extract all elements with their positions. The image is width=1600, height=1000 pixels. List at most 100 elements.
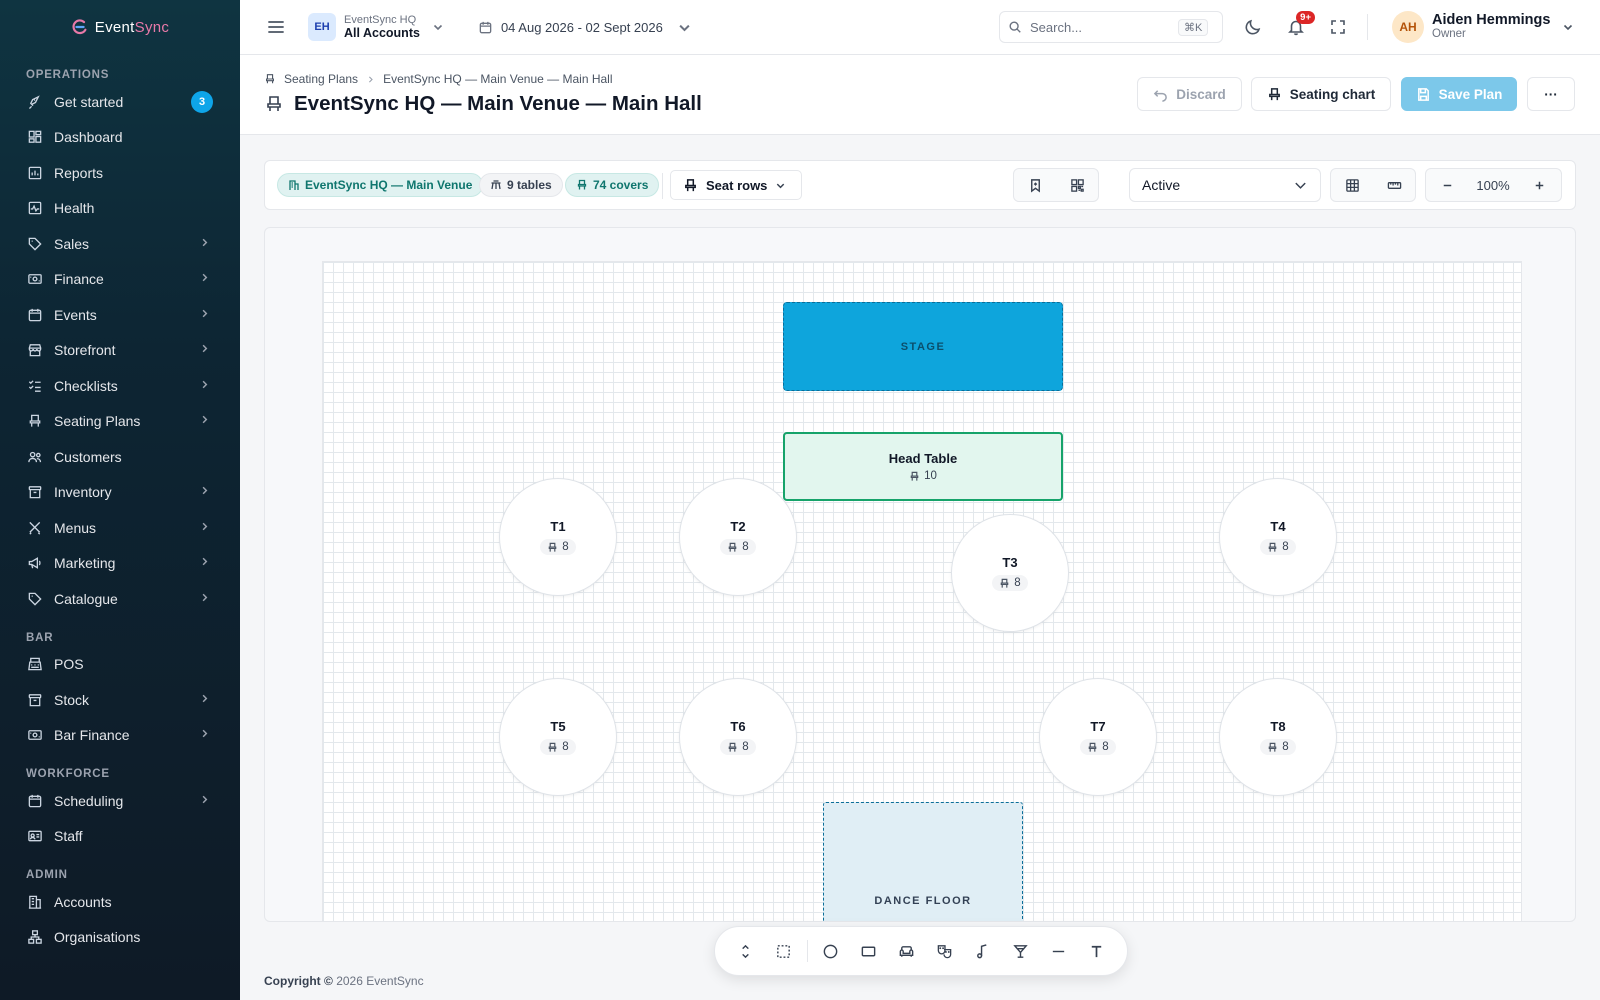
theater-masks-icon — [937, 944, 952, 958]
sidebar-item-reports[interactable]: Reports — [0, 155, 240, 191]
chevron-right-icon — [199, 272, 210, 286]
sidebar-item-label: Health — [54, 200, 95, 217]
calendar-icon — [26, 792, 44, 810]
more-actions-button[interactable]: ··· — [1527, 77, 1575, 111]
sidebar-item-menus[interactable]: Menus — [0, 510, 240, 546]
round-table[interactable]: T6 8 — [679, 678, 797, 796]
hamburger-menu-icon[interactable] — [266, 17, 286, 37]
building-icon — [289, 180, 299, 190]
save-plan-button[interactable]: Save Plan — [1401, 77, 1517, 111]
floor-plan-canvas[interactable]: STAGE Head Table 10 T1 8 T2 8 T3 8 T4 8 T5 8 T6 8 T7… — [264, 227, 1576, 922]
account-switcher[interactable]: EH EventSync HQ All Accounts — [308, 13, 444, 41]
sidebar-item-organisations[interactable]: Organisations — [0, 920, 240, 956]
bookmark-button[interactable] — [1014, 169, 1056, 201]
theme-toggle-button[interactable] — [1243, 17, 1263, 37]
head-table[interactable]: Head Table 10 — [783, 432, 1063, 501]
chair-icon — [910, 471, 919, 481]
sidebar-item-events[interactable]: Events — [0, 297, 240, 333]
more-label: ··· — [1544, 86, 1558, 102]
sidebar-item-label: Organisations — [54, 929, 141, 946]
table-seat-count: 8 — [1014, 577, 1021, 589]
sidebar-item-catalogue[interactable]: Catalogue — [0, 581, 240, 617]
chevron-right-icon — [199, 592, 210, 606]
breadcrumb-root-link[interactable]: Seating Plans — [284, 72, 358, 86]
discard-button[interactable]: Discard — [1137, 77, 1242, 111]
layout-tools-group — [1330, 168, 1416, 202]
chevron-right-icon — [199, 693, 210, 707]
page-header: Seating Plans EventSync HQ — Main Venue … — [240, 55, 1600, 135]
stage-label: STAGE — [900, 340, 946, 353]
tag-icon — [26, 235, 44, 253]
date-range-picker[interactable]: 04 Aug 2026 - 02 Sept 2026 — [478, 20, 692, 35]
status-select[interactable]: Active — [1129, 168, 1321, 202]
round-table[interactable]: T8 8 — [1219, 678, 1337, 796]
move-vertical-icon — [742, 944, 750, 958]
floor-plan-grid[interactable]: STAGE Head Table 10 T1 8 T2 8 T3 8 T4 8 T5 8 T6 8 T7… — [322, 261, 1522, 921]
round-table[interactable]: T4 8 — [1219, 478, 1337, 596]
table-seats: 8 — [540, 739, 576, 755]
sidebar-item-bar-finance[interactable]: Bar Finance — [0, 718, 240, 754]
ruler-toggle-button[interactable] — [1373, 169, 1415, 201]
table-seat-count: 8 — [1102, 741, 1109, 753]
venue-chip: EventSync HQ — Main Venue — [277, 173, 484, 197]
sidebar-item-dashboard[interactable]: Dashboard — [0, 120, 240, 156]
app-logo[interactable]: EventSync — [0, 0, 240, 54]
minus-icon — [1443, 184, 1451, 186]
line-tool-button[interactable] — [1039, 934, 1077, 968]
chair-icon — [577, 179, 587, 190]
sidebar-item-customers[interactable]: Customers — [0, 439, 240, 475]
round-table[interactable]: T7 8 — [1039, 678, 1157, 796]
sidebar-item-label: Staff — [54, 828, 83, 845]
seat-rows-dropdown[interactable]: Seat rows — [670, 170, 802, 200]
bookmark-icon — [1030, 178, 1040, 193]
stage-area[interactable]: STAGE — [783, 302, 1063, 391]
bar-tool-button[interactable] — [1001, 934, 1039, 968]
sidebar-item-stock[interactable]: Stock — [0, 682, 240, 718]
rect-table-tool-button[interactable] — [850, 934, 888, 968]
seating-chart-button[interactable]: Seating chart — [1251, 77, 1391, 111]
user-menu[interactable]: AH Aiden Hemmings Owner — [1392, 11, 1574, 43]
round-table[interactable]: T3 8 — [951, 514, 1069, 632]
stage-tool-button[interactable] — [926, 934, 964, 968]
grid-toggle-button[interactable] — [1331, 169, 1373, 201]
sidebar-item-accounts[interactable]: Accounts — [0, 884, 240, 920]
topbar-divider — [1367, 14, 1368, 40]
zoom-in-button[interactable] — [1518, 169, 1560, 201]
search-input[interactable] — [1030, 19, 1170, 35]
sidebar-item-pos[interactable]: POS — [0, 647, 240, 683]
sidebar-item-finance[interactable]: Finance — [0, 262, 240, 298]
chevron-down-icon — [777, 183, 785, 188]
sidebar-item-staff[interactable]: Staff — [0, 819, 240, 855]
text-tool-button[interactable] — [1077, 934, 1115, 968]
sidebar-item-checklists[interactable]: Checklists — [0, 368, 240, 404]
sidebar-item-health[interactable]: Health — [0, 191, 240, 227]
sidebar-item-label: Seating Plans — [54, 413, 141, 430]
qr-code-icon — [1070, 178, 1084, 192]
zoom-out-button[interactable] — [1426, 169, 1468, 201]
sidebar-item-get-started[interactable]: Get started 3 — [0, 84, 240, 120]
drawing-tools-dock — [714, 926, 1128, 976]
sidebar-item-scheduling[interactable]: Scheduling — [0, 783, 240, 819]
chevron-down-icon — [433, 24, 443, 31]
round-table[interactable]: T5 8 — [499, 678, 617, 796]
sidebar-item-storefront[interactable]: Storefront — [0, 333, 240, 369]
qr-code-button[interactable] — [1056, 169, 1098, 201]
sidebar-item-seating-plans[interactable]: Seating Plans — [0, 404, 240, 440]
select-tool-button[interactable] — [765, 934, 803, 968]
marquee-select-icon — [777, 944, 791, 958]
status-value: Active — [1142, 177, 1181, 193]
round-table[interactable]: T1 8 — [499, 478, 617, 596]
round-table[interactable]: T2 8 — [679, 478, 797, 596]
music-tool-button[interactable] — [963, 934, 1001, 968]
sidebar-item-label: Bar Finance — [54, 727, 130, 744]
sidebar-item-sales[interactable]: Sales — [0, 226, 240, 262]
round-table-tool-button[interactable] — [812, 934, 850, 968]
search-box[interactable]: ⌘K — [999, 11, 1223, 43]
sidebar-item-marketing[interactable]: Marketing — [0, 546, 240, 582]
fullscreen-button[interactable] — [1328, 17, 1348, 37]
sofa-tool-button[interactable] — [888, 934, 926, 968]
notifications-button[interactable]: 9+ — [1286, 11, 1315, 37]
sidebar-item-inventory[interactable]: Inventory — [0, 475, 240, 511]
dance-floor-area[interactable]: DANCE FLOOR — [823, 802, 1023, 921]
move-tool-button[interactable] — [727, 934, 765, 968]
